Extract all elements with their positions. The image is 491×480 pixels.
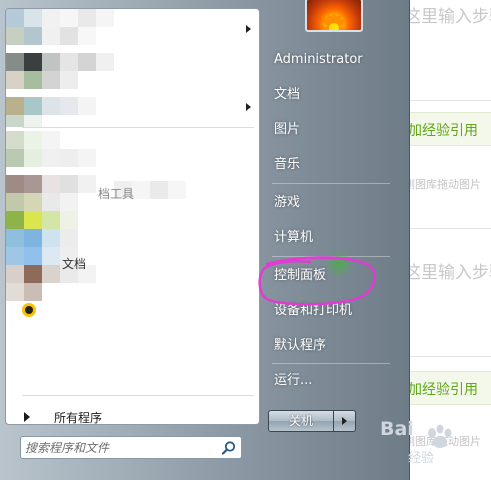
program-icon [22, 303, 36, 317]
background-heading: 这里输入步骤 [404, 7, 491, 27]
blurred-program-label: 档工具 [98, 187, 135, 201]
background-heading: 这里输入步骤 [404, 263, 491, 283]
pictures-item[interactable]: 图片 [270, 115, 405, 145]
shutdown-options-button[interactable] [334, 410, 356, 432]
search-icon[interactable] [221, 440, 237, 456]
watermark-subtitle: 经验 [408, 451, 435, 466]
annotation-circle [258, 256, 376, 306]
search-input[interactable] [25, 439, 215, 456]
right-pane-divider [272, 183, 390, 184]
default-programs-item[interactable]: 默认程序 [270, 331, 405, 361]
blurred-program-label: 文档 [62, 257, 87, 271]
shutdown-button[interactable]: 关机 [268, 410, 334, 432]
add-experience-link[interactable]: 加经验引用 [408, 120, 478, 140]
triangle-right-icon [342, 417, 347, 425]
flower-icon [323, 14, 345, 30]
pane-divider [22, 395, 254, 396]
documents-item[interactable]: 文档 [270, 80, 405, 110]
add-experience-link[interactable]: 加经验引用 [408, 379, 478, 399]
all-programs-label: 所有程序 [54, 411, 103, 425]
all-programs-button[interactable]: 所有程序 [12, 403, 255, 425]
computer-item[interactable]: 计算机 [270, 223, 405, 253]
search-box[interactable] [20, 436, 242, 459]
pixelated-icons-mosaic [6, 9, 186, 301]
start-menu: 档工具 文档 所有程序 Administrator 文档 [0, 0, 410, 480]
programs-pane: 档工具 文档 所有程序 [5, 8, 260, 425]
games-item[interactable]: 游戏 [270, 188, 405, 218]
background-hint: 侧图库拖动图片 [404, 178, 481, 191]
run-item[interactable]: 运行... [270, 366, 405, 396]
user-name-item[interactable]: Administrator [270, 45, 405, 75]
right-pane-divider [272, 363, 390, 364]
triangle-right-icon [24, 412, 30, 422]
music-item[interactable]: 音乐 [270, 150, 405, 180]
user-picture[interactable] [305, 0, 363, 32]
